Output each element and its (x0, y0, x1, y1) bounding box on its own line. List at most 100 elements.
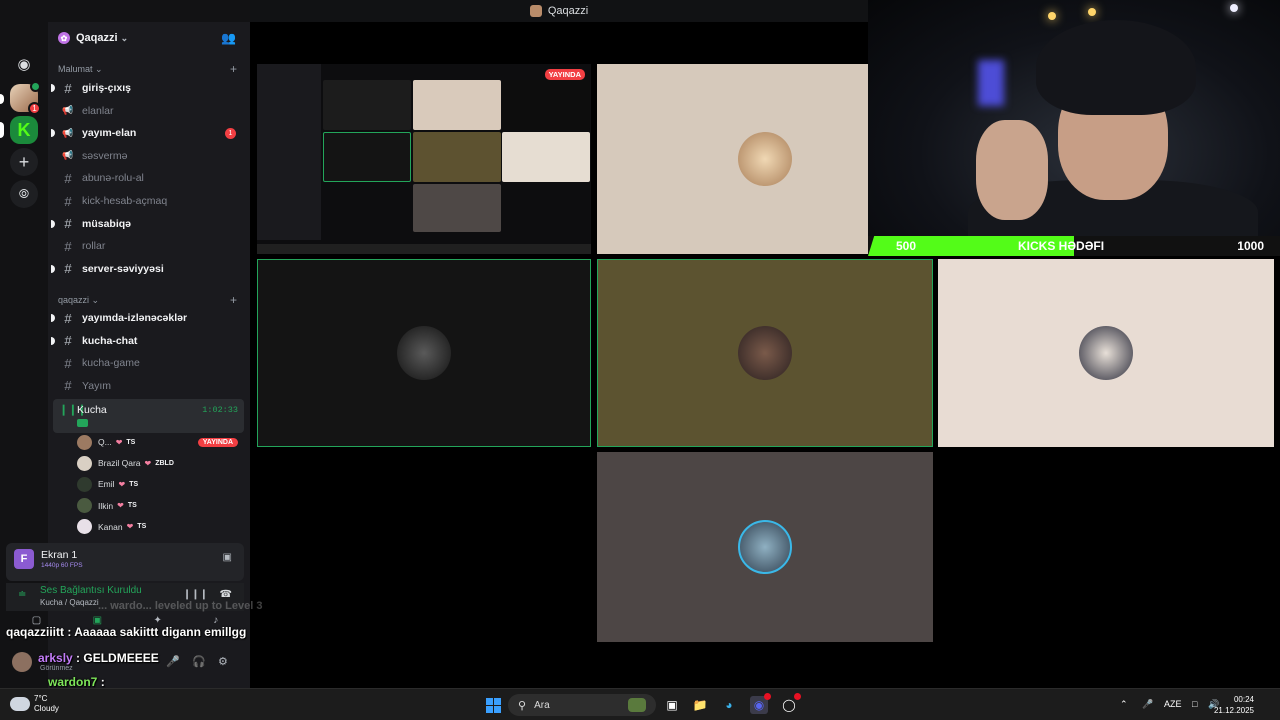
channel-4[interactable]: # abunə-rolu-al (54, 168, 244, 188)
category-malumat[interactable]: Malumat ⌄ + (58, 62, 237, 76)
tray-chevron-icon[interactable]: ⌃ (1120, 699, 1128, 710)
system-clock[interactable]: 00:24 21.12.2025 (1214, 694, 1254, 716)
channel-3[interactable]: 📢 səsvermə (54, 146, 244, 166)
connection-status[interactable]: Ses Bağlantısı Kuruldu (40, 585, 142, 596)
mini-taskbar (257, 244, 591, 254)
stop-stream-icon[interactable]: ▣ (223, 552, 232, 563)
voice-user-name: Emil (98, 479, 115, 490)
unread-dot (51, 336, 55, 345)
boost-icon: ✿ (58, 32, 70, 44)
flag-icon (77, 419, 88, 427)
channel-label: kucha-game (82, 357, 140, 370)
channel-0[interactable]: # yayımda-izlənəcəklər (51, 308, 244, 328)
window-title: Qaqazzi (547, 5, 589, 17)
avatar (77, 455, 92, 471)
start-button[interactable] (484, 696, 502, 714)
voice-user-name: Kanan (98, 521, 123, 532)
app-taskbar-icon[interactable]: ◯ (780, 693, 801, 714)
megaphone-icon: 📢 (62, 150, 74, 161)
channel-2[interactable]: # kucha-game (54, 353, 244, 373)
user-tile[interactable] (938, 259, 1274, 447)
weather-temp: 7°C (34, 694, 48, 703)
clock-date: 21.12.2025 (1213, 706, 1254, 715)
heart-icon: ❤ (144, 458, 152, 468)
weather-widget[interactable]: 7°C Cloudy (10, 694, 59, 714)
mention-badge: 1 (225, 127, 236, 139)
add-channel-icon[interactable]: + (230, 62, 237, 76)
channel-8[interactable]: # server-səviyyəsi (51, 259, 244, 279)
channel-1[interactable]: # kucha-chat (51, 331, 244, 351)
hash-icon: # (64, 170, 72, 186)
selected-pill (0, 122, 4, 138)
channel-0[interactable]: # giriş-çıxış (51, 78, 244, 98)
server-header[interactable]: ✿ Qaqazzi ⌄ 👥 (48, 22, 250, 54)
channel-6[interactable]: # müsabiqə (51, 214, 244, 234)
voice-user[interactable]: Brazil Qara ❤ ZBLD (77, 453, 242, 473)
rail-top (0, 0, 48, 22)
live-badge: YAYINDA (544, 69, 585, 80)
network-icon[interactable]: □ (1192, 699, 1197, 709)
mini-tile (502, 80, 590, 130)
channel-1[interactable]: 📢 elanlar (54, 101, 244, 121)
noise-suppression-icon[interactable]: ❙❙❙ (183, 589, 208, 600)
avatar (77, 519, 92, 535)
microphone-icon[interactable]: 🎤 (166, 655, 180, 668)
chevron-down-icon: ⌄ (120, 32, 129, 43)
hash-icon: # (64, 378, 72, 394)
voice-user[interactable]: Kanan ❤ TS (77, 517, 242, 537)
server-icon-qaqazzi[interactable]: 1 (10, 81, 41, 115)
background-light (1088, 8, 1096, 16)
channel-label: server-səviyyəsi (82, 262, 164, 275)
unread-dot (51, 219, 55, 228)
disconnect-icon[interactable]: ☎ (220, 589, 232, 600)
language-indicator[interactable]: AZE (1164, 699, 1182, 709)
avatar[interactable] (12, 652, 32, 672)
voice-user[interactable]: Emil ❤ TS (77, 474, 242, 494)
category-qaqazzi[interactable]: qaqazzi ⌄ + (58, 293, 237, 307)
screen-share-tile[interactable]: YAYINDA (257, 64, 591, 254)
invite-people-icon[interactable]: 👥 (221, 31, 236, 45)
chat-username: arksly (38, 651, 73, 665)
user-tag: TS (129, 480, 139, 488)
avatar (738, 520, 792, 574)
edge-icon[interactable]: ◕ (720, 696, 738, 714)
megaphone-icon: 📢 (62, 127, 74, 138)
tray-mic-icon[interactable]: 🎤 (1142, 699, 1153, 710)
notification-dot (764, 693, 771, 700)
explore-servers-icon[interactable]: ⦾ (10, 180, 38, 208)
heart-icon: ❤ (115, 437, 123, 447)
channel-2[interactable]: 📢 yayım-elan 1 (51, 123, 244, 143)
taskbar-search[interactable]: ⚲ Ara (508, 694, 656, 716)
stream-source-name: Ekran 1 (41, 549, 78, 561)
mini-tile (502, 132, 590, 182)
voice-user[interactable]: Q... ❤ TS YAYINDA (77, 432, 242, 452)
task-view-icon[interactable]: ▣ (663, 696, 681, 714)
clock-time: 00:24 (1233, 695, 1254, 704)
user-tile[interactable] (257, 259, 591, 447)
user-tag: TS (127, 502, 137, 510)
channel-7[interactable]: # rollar (54, 236, 244, 256)
add-server-icon[interactable]: + (10, 148, 38, 176)
voice-channel-kucha[interactable]: ❙❙❙ Kucha 1:02:33 (53, 399, 244, 433)
channel-3[interactable]: # Yayım (54, 376, 244, 396)
headphones-icon[interactable]: 🎧 (192, 655, 206, 668)
avatar (397, 326, 451, 380)
file-explorer-icon[interactable]: 📁 (691, 696, 709, 714)
voice-user[interactable]: Ilkin ❤ TS (77, 496, 242, 516)
chat-message: arksly : GELDMEEEE (38, 651, 159, 665)
channel-label: elanlar (82, 104, 114, 117)
weather-desc: Cloudy (34, 704, 59, 713)
channel-5[interactable]: # kick-hesab-açmaq (54, 191, 244, 211)
gear-icon[interactable]: ⚙ (218, 655, 228, 668)
stream-source-icon: F (14, 549, 34, 569)
user-tile[interactable] (597, 259, 933, 447)
server-name: Qaqazzi (76, 32, 118, 44)
category-label: Malumat (58, 64, 93, 74)
screen: Qaqazzi ◉ 1 K + ⦾ ✿ Qaqazzi ⌄ 👥 Malumat … (0, 0, 1280, 720)
discord-home-icon[interactable]: ◉ (10, 50, 38, 78)
user-tile[interactable] (597, 452, 933, 642)
server-icon-kick[interactable]: K (10, 116, 38, 144)
discord-taskbar-icon[interactable]: ◉ (750, 693, 771, 714)
add-channel-icon[interactable]: + (230, 293, 237, 307)
mini-tile (323, 80, 411, 130)
